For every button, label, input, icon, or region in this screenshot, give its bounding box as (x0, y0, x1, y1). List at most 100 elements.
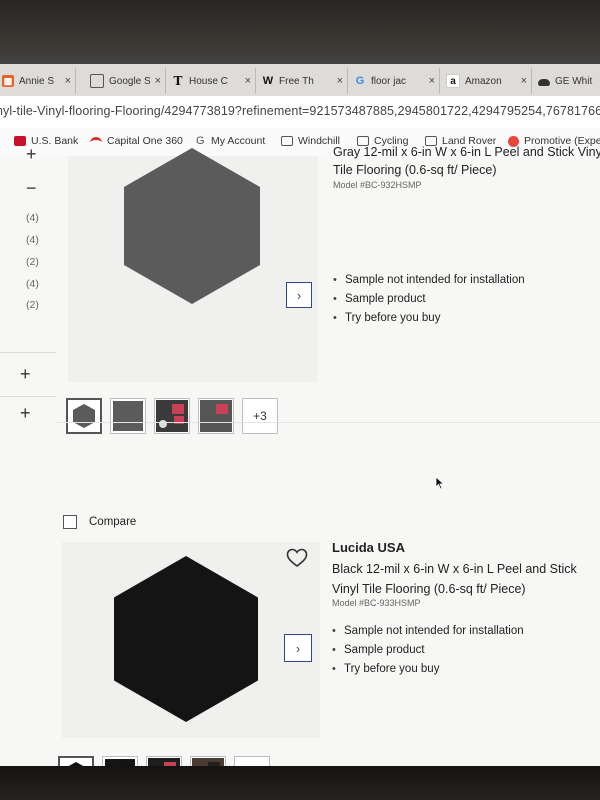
bookmark-my-account[interactable]: G My Account (196, 135, 265, 147)
page-content: + − (4) (4) (2) (4) (2) + + › +3 Gray 12… (0, 144, 600, 766)
feature-text: Try before you buy (345, 311, 441, 324)
more-images-button[interactable]: +3 (234, 756, 270, 766)
tab-free[interactable]: W Free Th × (258, 68, 348, 94)
bookmark-windchill[interactable]: Windchill (281, 135, 340, 147)
model-number: Model #BC-933HSMP (332, 598, 421, 608)
tab-title: House C (189, 75, 228, 87)
gray-hexagon-tile-image (124, 148, 260, 304)
expand-plus-icon[interactable]: + (20, 364, 31, 385)
thumbnail-image (148, 758, 180, 766)
thumbnail-room[interactable] (154, 398, 190, 434)
thumbnail-strip: +3 (66, 398, 278, 434)
laptop-bezel-bottom (0, 766, 600, 800)
thumbnail-hexagon[interactable] (66, 398, 102, 434)
tab-annie[interactable]: ▦ Annie S × (0, 68, 76, 94)
more-images-count: +3 (253, 409, 267, 423)
chevron-right-icon: › (296, 287, 302, 303)
grid-app-icon: ▦ (2, 75, 14, 87)
next-image-button[interactable]: › (286, 282, 312, 308)
feature-text: Sample not intended for installation (344, 624, 524, 637)
tab-title: Annie S (19, 75, 55, 87)
bookmark-us-bank[interactable]: U.S. Bank (14, 135, 78, 147)
tab-title: floor jac (371, 75, 407, 87)
thumbnail-image (73, 404, 95, 428)
thumbnail-strip: +3 (58, 756, 270, 766)
next-image-button[interactable]: › (284, 634, 312, 662)
filter-count: (4) (26, 212, 39, 224)
divider (0, 352, 56, 353)
expand-plus-icon[interactable]: + (20, 403, 31, 424)
thumbnail-hexagon[interactable] (58, 756, 94, 766)
thumbnail-square[interactable] (102, 756, 138, 766)
google-icon: G (355, 75, 365, 87)
thumbnail-room[interactable] (198, 398, 234, 434)
brand-name[interactable]: Lucida USA (332, 540, 405, 555)
bookmark-capital-one[interactable]: Capital One 360 (90, 135, 183, 147)
product-divider (56, 422, 600, 423)
close-icon[interactable]: × (429, 75, 435, 87)
thumbnail-image (113, 401, 143, 431)
filter-sidebar: + − (4) (4) (2) (4) (2) + + (0, 144, 56, 766)
thumbnail-room[interactable] (146, 756, 182, 766)
expand-plus-icon[interactable]: + (26, 144, 37, 165)
feature-list: • Sample not intended for installation • S… (332, 621, 524, 678)
collapse-minus-icon[interactable]: − (26, 178, 37, 199)
w-icon: W (262, 75, 274, 87)
google-icon: G (196, 135, 205, 147)
browser-screen: ▦ Annie S × Google S × T House C × W Fre… (0, 64, 600, 766)
close-icon[interactable]: × (521, 75, 527, 87)
thumbnail-image (192, 758, 224, 766)
google-sheets-icon (90, 74, 104, 88)
cloud-icon (538, 79, 550, 86)
tab-floor-jack[interactable]: G floor jac × (350, 68, 440, 94)
model-number: Model #BC-932HSMP (333, 180, 422, 190)
tab-title: GE Whit (555, 75, 593, 87)
product-image-frame[interactable] (62, 542, 320, 738)
feature-text: Sample not intended for installation (345, 273, 525, 286)
thumbnail-square[interactable] (110, 398, 146, 434)
bullet-icon: • (332, 662, 336, 675)
tab-google-sheets[interactable]: Google S × (86, 68, 166, 94)
compare-label: Compare (89, 516, 137, 528)
tab-title: Amazon (465, 75, 502, 87)
bookmark-label: My Account (211, 135, 266, 147)
compare-checkbox[interactable]: Compare (63, 515, 136, 529)
title-text: Gray 12-mil x 6-in W x 6-in L Peel and S… (333, 145, 600, 159)
product-title[interactable]: Black 12-mil x 6-in W x 6-in L Peel and … (332, 559, 577, 579)
more-images-button[interactable]: +3 (242, 398, 278, 434)
filter-count: (4) (26, 278, 39, 290)
nyt-icon: T (173, 74, 183, 88)
tab-amazon[interactable]: a Amazon × (442, 68, 532, 94)
heart-icon[interactable] (286, 548, 308, 568)
product-title[interactable]: Vinyl Tile Flooring (0.6-sq ft/ Piece) (332, 579, 526, 599)
list-item: • Sample not intended for installation (332, 621, 524, 640)
bookmark-label: U.S. Bank (31, 135, 79, 147)
thumbnail-image (200, 400, 232, 432)
list-item: • Try before you buy (333, 308, 525, 327)
black-hexagon-tile-image (114, 556, 258, 722)
close-icon[interactable]: × (337, 75, 343, 87)
thumbnail-room[interactable] (190, 756, 226, 766)
close-icon[interactable]: × (155, 75, 161, 87)
feature-text: Sample product (344, 643, 425, 656)
product-title[interactable]: Tile Flooring (0.6-sq ft/ Piece) (333, 160, 496, 180)
address-bar[interactable]: nyl-tile-Vinyl-flooring-Flooring/4294773… (0, 96, 600, 129)
bullet-icon: • (333, 292, 337, 305)
url-text[interactable]: nyl-tile-Vinyl-flooring-Flooring/4294773… (0, 104, 600, 118)
close-icon[interactable]: × (245, 75, 251, 87)
bullet-icon: • (333, 311, 337, 324)
list-item: • Sample product (333, 289, 525, 308)
close-icon[interactable]: × (65, 75, 71, 87)
bullet-icon: • (332, 624, 336, 637)
thumbnail-image (156, 400, 188, 432)
tab-ge[interactable]: GE Whit (534, 68, 600, 94)
feature-list: • Sample not intended for installation • S… (333, 270, 525, 327)
tab-house[interactable]: T House C × (168, 68, 256, 94)
product-title-cut[interactable]: Gray 12-mil x 6-in W x 6-in L Peel and S… (333, 142, 600, 162)
filter-count: (2) (26, 299, 39, 311)
checkbox[interactable] (63, 515, 77, 529)
list-item: • Try before you buy (332, 659, 524, 678)
product-image-frame[interactable] (68, 148, 318, 382)
bullet-icon: • (332, 643, 336, 656)
list-item: • Sample not intended for installation (333, 270, 525, 289)
